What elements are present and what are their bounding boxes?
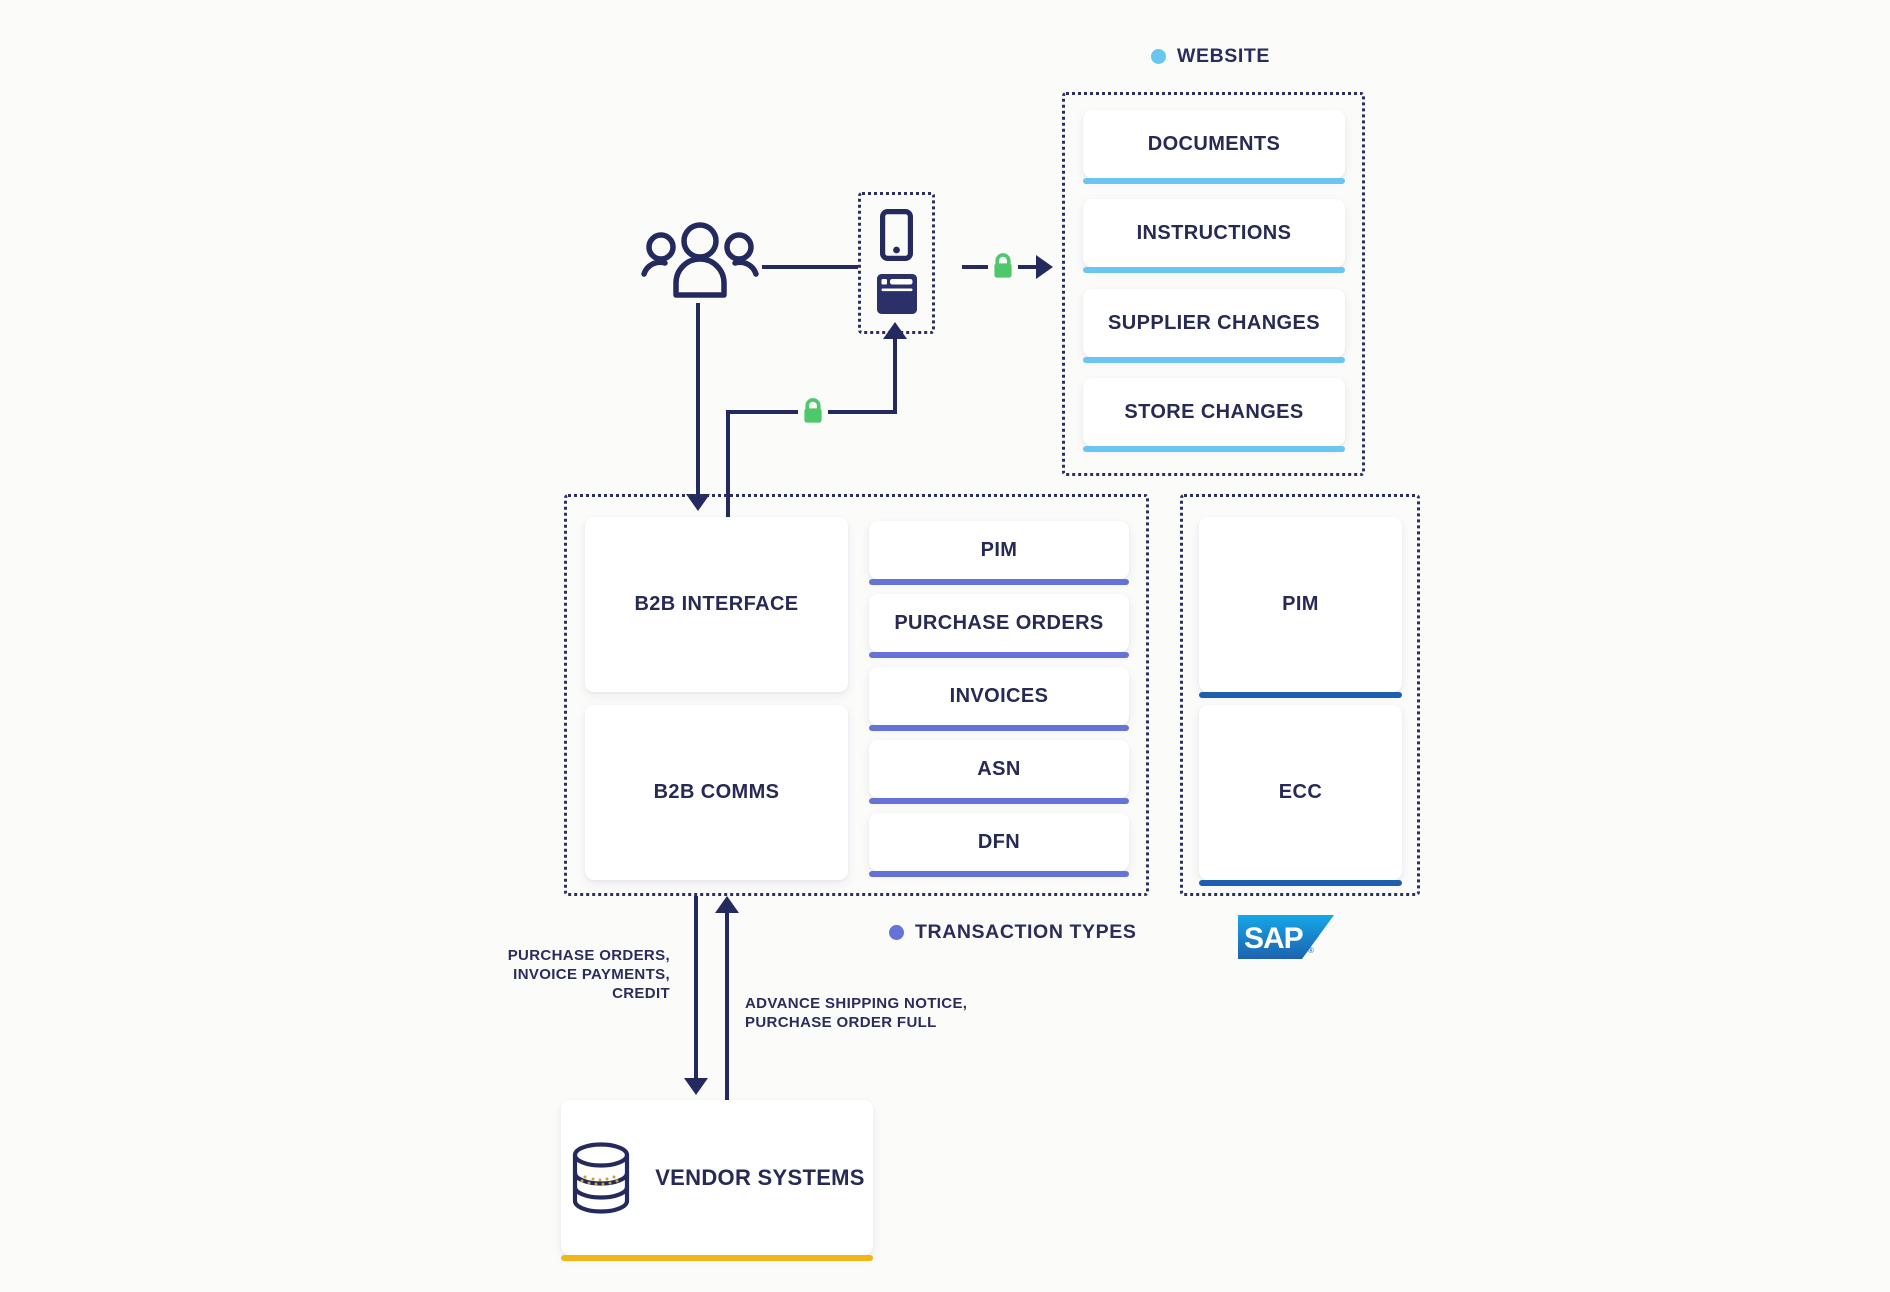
website-card-instructions[interactable]: INSTRUCTIONS (1083, 199, 1345, 273)
flow-note-outbound: PURCHASE ORDERS, INVOICE PAYMENTS, CREDI… (507, 947, 670, 1003)
transaction-card-asn[interactable]: ASN (869, 740, 1129, 804)
browser-window-icon (877, 274, 917, 314)
website-card-documents-accent (1083, 178, 1345, 184)
flow-note-inbound: ADVANCE SHIPPING NOTICE, PURCHASE ORDER … (745, 995, 968, 1032)
users-icon (640, 222, 760, 302)
connector-vendor-to-b2b (725, 912, 729, 1102)
vendor-systems-card[interactable]: VENDOR SYSTEMS (561, 1100, 873, 1261)
website-card-supplier-changes[interactable]: SUPPLIER CHANGES (1083, 289, 1345, 363)
sap-logo: SAP ® (1238, 915, 1334, 959)
transaction-card-pim-accent (869, 579, 1129, 585)
sap-card-pim-accent (1199, 692, 1402, 698)
connector-b2b-to-browser-horizontal-right (828, 410, 897, 414)
transaction-types-group-label-text: TRANSACTION TYPES (915, 921, 1137, 943)
transaction-types-group-label: TRANSACTION TYPES (889, 921, 1136, 944)
svg-text:®: ® (1308, 946, 1314, 955)
arrowhead-b2b-to-vendor (684, 1078, 708, 1095)
website-card-supplier-changes-accent (1083, 357, 1345, 363)
mobile-phone-icon (879, 208, 913, 261)
transaction-card-pim[interactable]: PIM (869, 521, 1129, 585)
website-card-instructions-label: INSTRUCTIONS (1136, 221, 1292, 244)
platform-card-b2b-comms-label: B2B COMMS (653, 781, 780, 803)
website-group-label-text: WEBSITE (1177, 45, 1271, 67)
connector-b2b-to-browser-vertical-right (893, 338, 897, 412)
transaction-card-dfn[interactable]: DFN (869, 813, 1129, 877)
transaction-card-purchase-orders-label: PURCHASE ORDERS (894, 611, 1104, 634)
sap-card-ecc[interactable]: ECC (1199, 705, 1402, 886)
transaction-card-dfn-label: DFN (977, 830, 1021, 853)
website-card-store-changes[interactable]: STORE CHANGES (1083, 378, 1345, 452)
website-card-documents-label: DOCUMENTS (1147, 132, 1281, 155)
transaction-card-purchase-orders-accent (869, 652, 1129, 658)
transaction-types-legend-dot (889, 925, 904, 940)
platform-card-b2b-interface[interactable]: B2B INTERFACE (585, 517, 848, 692)
arrowhead-devices-to-website (1036, 255, 1053, 279)
arrowhead-vendor-to-b2b (715, 896, 739, 913)
website-group-label: WEBSITE (1151, 45, 1270, 68)
connector-b2b-to-vendor (694, 896, 698, 1084)
connector-b2b-to-browser-horizontal-left (726, 410, 798, 414)
transaction-card-asn-label: ASN (977, 757, 1021, 780)
transaction-card-asn-accent (869, 798, 1129, 804)
vendor-systems-accent (561, 1255, 873, 1261)
transaction-card-dfn-accent (869, 871, 1129, 877)
website-card-store-changes-label: STORE CHANGES (1124, 400, 1304, 423)
website-legend-dot (1151, 49, 1166, 64)
padlock-icon-b2b-to-browser (798, 397, 828, 427)
platform-card-b2b-interface-label: B2B INTERFACE (634, 593, 799, 615)
platform-card-b2b-comms[interactable]: B2B COMMS (585, 705, 848, 880)
transaction-card-invoices[interactable]: INVOICES (869, 667, 1129, 731)
transaction-card-invoices-accent (869, 725, 1129, 731)
svg-text:SAP: SAP (1244, 922, 1303, 955)
website-card-supplier-changes-label: SUPPLIER CHANGES (1108, 311, 1320, 334)
connector-users-to-devices (762, 265, 858, 269)
website-card-store-changes-accent (1083, 446, 1345, 452)
website-card-documents[interactable]: DOCUMENTS (1083, 110, 1345, 184)
transaction-card-invoices-label: INVOICES (949, 684, 1049, 707)
website-card-instructions-accent (1083, 267, 1345, 273)
vendor-systems-label: VENDOR SYSTEMS (655, 1164, 865, 1190)
sap-card-pim-label: PIM (1282, 593, 1319, 615)
sap-card-ecc-accent (1199, 880, 1402, 886)
padlock-icon-devices-to-website (988, 252, 1018, 282)
sap-card-ecc-label: ECC (1278, 781, 1323, 803)
connector-users-to-b2b-interface (696, 303, 700, 498)
transaction-card-purchase-orders[interactable]: PURCHASE ORDERS (869, 594, 1129, 658)
arrowhead-b2b-to-browser (883, 322, 907, 339)
diagram-canvas: WEBSITE DOCUMENTS INSTRUCTIONS SUPPLIER … (0, 0, 1890, 1292)
transaction-card-pim-label: PIM (980, 538, 1018, 561)
database-icon (569, 1141, 633, 1214)
connector-devices-to-website-left (962, 265, 988, 269)
sap-card-pim[interactable]: PIM (1199, 517, 1402, 698)
